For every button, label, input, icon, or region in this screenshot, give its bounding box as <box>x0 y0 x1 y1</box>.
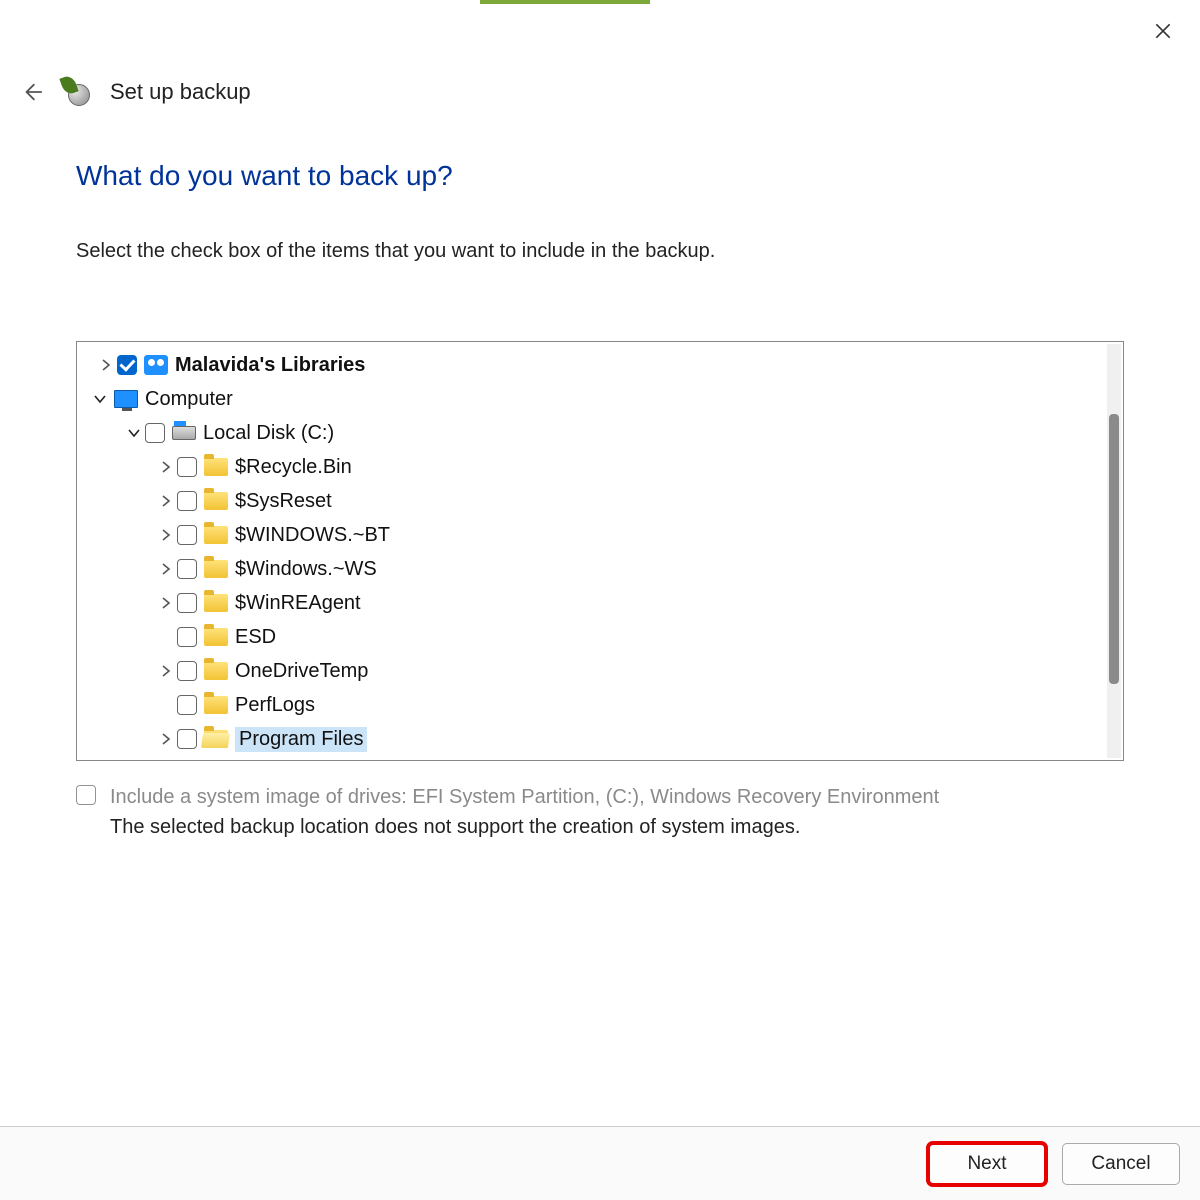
checkbox-folder[interactable] <box>177 559 197 579</box>
scrollbar-thumb[interactable] <box>1109 414 1119 684</box>
folder-icon <box>203 591 229 615</box>
backup-items-tree: Malavida's Libraries Computer Local Disk… <box>76 341 1124 761</box>
checkbox-folder[interactable] <box>177 729 197 749</box>
checkbox-libraries[interactable] <box>117 355 137 375</box>
next-button[interactable]: Next <box>928 1143 1046 1185</box>
tree-item-folder[interactable]: OneDriveTemp <box>77 654 1123 688</box>
system-image-label: Include a system image of drives: EFI Sy… <box>110 783 939 812</box>
folder-open-icon <box>203 727 229 751</box>
wizard-footer: Next Cancel <box>0 1126 1200 1200</box>
tree-item-folder[interactable]: $WINDOWS.~BT <box>77 518 1123 552</box>
disk-icon <box>171 421 197 445</box>
chevron-down-icon[interactable] <box>89 388 111 410</box>
checkbox-folder[interactable] <box>177 695 197 715</box>
chevron-right-icon[interactable] <box>155 558 177 580</box>
tree-item-local-disk[interactable]: Local Disk (C:) <box>77 416 1123 450</box>
cancel-button[interactable]: Cancel <box>1062 1143 1180 1185</box>
tree-item-folder[interactable]: $WinREAgent <box>77 586 1123 620</box>
chevron-right-icon[interactable] <box>155 490 177 512</box>
scrollbar[interactable] <box>1107 344 1121 758</box>
back-arrow-icon <box>21 81 43 103</box>
instruction-text: Select the check box of the items that y… <box>76 240 1124 263</box>
folder-icon <box>203 455 229 479</box>
system-image-option: Include a system image of drives: EFI Sy… <box>76 783 1124 839</box>
system-image-note: The selected backup location does not su… <box>110 816 939 839</box>
backup-wizard-icon <box>64 78 92 106</box>
folder-icon <box>203 489 229 513</box>
tree-item-libraries[interactable]: Malavida's Libraries <box>77 348 1123 382</box>
window-accent-bar <box>480 0 650 4</box>
tree-item-folder-selected[interactable]: Program Files <box>77 722 1123 756</box>
tree-label: Local Disk (C:) <box>203 422 334 445</box>
checkbox-folder[interactable] <box>177 627 197 647</box>
tree-item-folder[interactable]: • ESD <box>77 620 1123 654</box>
close-button[interactable] <box>1146 14 1180 48</box>
wizard-title: Set up backup <box>110 79 251 105</box>
checkbox-local-disk[interactable] <box>145 423 165 443</box>
checkbox-folder[interactable] <box>177 491 197 511</box>
chevron-right-icon[interactable] <box>155 660 177 682</box>
checkbox-folder[interactable] <box>177 457 197 477</box>
tree-label: Program Files <box>235 727 367 752</box>
tree-label: Malavida's Libraries <box>175 354 365 377</box>
checkbox-system-image[interactable] <box>76 785 96 805</box>
tree-item-folder[interactable]: $Recycle.Bin <box>77 450 1123 484</box>
close-icon <box>1153 21 1173 41</box>
tree-item-folder[interactable]: $Windows.~WS <box>77 552 1123 586</box>
tree-item-folder[interactable]: $SysReset <box>77 484 1123 518</box>
tree-label: OneDriveTemp <box>235 660 368 683</box>
chevron-right-icon[interactable] <box>155 728 177 750</box>
folder-icon <box>203 557 229 581</box>
checkbox-folder[interactable] <box>177 661 197 681</box>
tree-item-computer[interactable]: Computer <box>77 382 1123 416</box>
chevron-right-icon[interactable] <box>155 524 177 546</box>
tree-label: $Windows.~WS <box>235 558 377 581</box>
chevron-right-icon[interactable] <box>95 354 117 376</box>
chevron-right-icon[interactable] <box>155 456 177 478</box>
libraries-icon <box>143 353 169 377</box>
main-content: What do you want to back up? Select the … <box>76 160 1124 839</box>
wizard-header: Set up backup <box>18 78 1180 106</box>
folder-icon <box>203 625 229 649</box>
tree-label: ESD <box>235 626 276 649</box>
checkbox-folder[interactable] <box>177 593 197 613</box>
folder-icon <box>203 693 229 717</box>
tree-label: Computer <box>145 388 233 411</box>
checkbox-folder[interactable] <box>177 525 197 545</box>
folder-icon <box>203 659 229 683</box>
tree-label: $Recycle.Bin <box>235 456 352 479</box>
tree-item-folder[interactable]: • PerfLogs <box>77 688 1123 722</box>
tree-label: $SysReset <box>235 490 332 513</box>
back-button[interactable] <box>18 78 46 106</box>
tree-label: $WINDOWS.~BT <box>235 524 390 547</box>
chevron-down-icon[interactable] <box>123 422 145 444</box>
folder-icon <box>203 523 229 547</box>
page-heading: What do you want to back up? <box>76 160 1124 192</box>
tree-label: $WinREAgent <box>235 592 361 615</box>
tree-label: PerfLogs <box>235 694 315 717</box>
chevron-right-icon[interactable] <box>155 592 177 614</box>
computer-icon <box>113 387 139 411</box>
